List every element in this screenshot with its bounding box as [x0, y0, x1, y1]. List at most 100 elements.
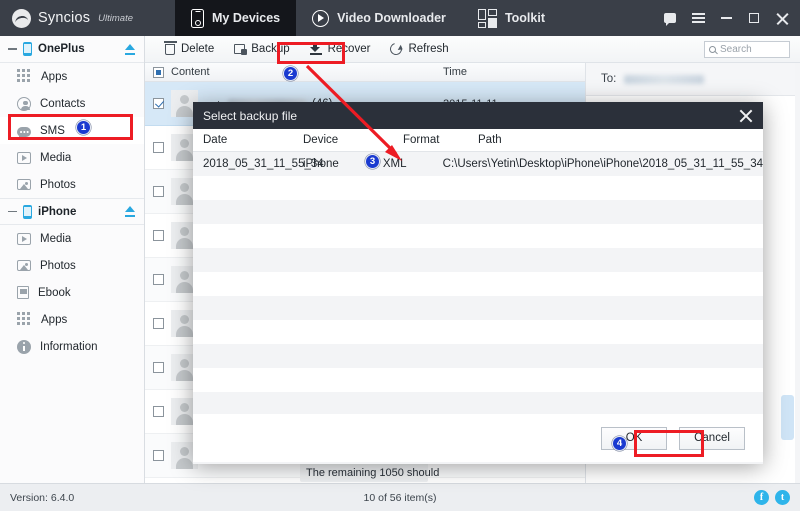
sidebar-item-apps-iphone[interactable]: Apps [0, 306, 144, 333]
refresh-label: Refresh [408, 43, 449, 55]
row-checkbox[interactable] [145, 274, 171, 285]
row-checkbox[interactable] [145, 230, 171, 241]
app-brand: Syncios Ultimate [0, 8, 175, 28]
cancel-button[interactable]: Cancel [679, 426, 745, 450]
maximize-icon [749, 13, 759, 23]
contacts-icon [17, 96, 31, 111]
empty-row [193, 176, 763, 200]
column-header-format: Format [403, 134, 440, 146]
social-links: f t [754, 490, 800, 505]
search-input[interactable]: Search [704, 40, 790, 58]
row-checkbox[interactable] [145, 362, 171, 373]
phone-icon [191, 8, 204, 28]
empty-row [193, 224, 763, 248]
info-icon [17, 339, 31, 354]
sidebar-item-information[interactable]: Information [0, 333, 144, 360]
close-button[interactable] [768, 0, 796, 36]
dialog-close-button[interactable] [739, 109, 753, 123]
window-controls [656, 0, 800, 36]
row-checkbox[interactable] [145, 450, 171, 461]
sidebar-item-photos-iphone[interactable]: Photos [0, 252, 144, 279]
eject-icon[interactable] [124, 206, 136, 217]
select-all-checkbox[interactable] [145, 66, 171, 78]
detail-scrollbar[interactable] [795, 63, 800, 483]
delete-label: Delete [181, 43, 215, 55]
twitter-icon[interactable]: t [775, 490, 790, 505]
facebook-icon[interactable]: f [754, 490, 769, 505]
dialog-title: Select backup file [203, 108, 298, 123]
sidebar: OnePlus Apps Contacts SMS Media Photos i… [0, 36, 145, 483]
backup-file-row[interactable]: 2018_05_31_11_55_34 iPhone XML C:\Users\… [193, 152, 763, 176]
refresh-button[interactable]: Refresh [381, 38, 457, 60]
trash-icon [163, 41, 177, 55]
device-header-oneplus[interactable]: OnePlus [0, 36, 144, 63]
feedback-button[interactable] [656, 0, 684, 36]
backup-format: XML [382, 158, 407, 170]
sidebar-item-label: Contacts [40, 97, 86, 110]
device-name-oneplus: OnePlus [38, 43, 85, 55]
delete-button[interactable]: Delete [156, 38, 223, 60]
recipient-redacted [624, 74, 705, 84]
minimize-button[interactable] [712, 0, 740, 36]
syncios-window: Syncios Ultimate My Devices Video Downlo… [0, 0, 800, 511]
tab-my-devices[interactable]: My Devices [175, 0, 297, 36]
title-bar: Syncios Ultimate My Devices Video Downlo… [0, 0, 800, 36]
status-bar: Version: 6.4.0 10 of 56 item(s) f t [0, 483, 800, 511]
row-checkbox[interactable] [145, 406, 171, 417]
device-phone-icon [23, 42, 32, 56]
row-checkbox[interactable] [145, 98, 171, 109]
sidebar-item-apps-oneplus[interactable]: Apps [0, 63, 144, 90]
menu-button[interactable] [684, 0, 712, 36]
empty-row [193, 344, 763, 368]
close-icon [776, 12, 789, 25]
empty-row [193, 320, 763, 344]
backup-button[interactable]: Backup [225, 38, 298, 60]
row-checkbox[interactable] [145, 142, 171, 153]
minimize-icon [720, 17, 732, 19]
dialog-footer: OK Cancel [193, 414, 763, 462]
to-label: To: [601, 73, 617, 85]
column-header-device: Device [303, 134, 339, 146]
sidebar-item-media-oneplus[interactable]: Media [0, 144, 144, 171]
sidebar-item-label: Media [40, 232, 72, 245]
sidebar-item-label: Apps [41, 313, 68, 326]
tab-video-downloader[interactable]: Video Downloader [296, 0, 462, 36]
empty-row [193, 392, 763, 416]
tab-toolkit-label: Toolkit [504, 11, 545, 25]
device-header-iphone[interactable]: iPhone [0, 198, 144, 225]
sidebar-item-label: Photos [40, 178, 76, 191]
feedback-icon [664, 13, 676, 26]
collapse-icon[interactable] [8, 210, 17, 213]
sidebar-item-ebook[interactable]: Ebook [0, 279, 144, 306]
empty-row [193, 248, 763, 272]
maximize-button[interactable] [740, 0, 768, 36]
ebook-icon [17, 286, 29, 299]
backup-icon [234, 44, 248, 55]
eject-icon[interactable] [124, 43, 136, 55]
sidebar-item-label: Ebook [38, 286, 71, 299]
backup-table-header: Date Device Format Path [193, 129, 763, 152]
recover-button[interactable]: Recover [301, 38, 380, 60]
sidebar-item-photos-oneplus[interactable]: Photos [0, 171, 144, 198]
column-header-content: Content [171, 66, 210, 78]
row-checkbox[interactable] [145, 186, 171, 197]
sidebar-item-contacts[interactable]: Contacts [0, 90, 144, 117]
column-header-time: Time [443, 66, 468, 78]
ok-button[interactable]: OK [601, 426, 667, 450]
step-badge-1: 1 [76, 120, 91, 135]
recipient-bar: To: [586, 63, 800, 96]
media-icon [17, 232, 31, 245]
play-circle-icon [312, 9, 330, 27]
collapse-icon[interactable] [8, 48, 17, 50]
row-checkbox[interactable] [145, 318, 171, 329]
tab-my-devices-label: My Devices [212, 11, 281, 25]
tab-video-downloader-label: Video Downloader [337, 11, 446, 25]
empty-row [193, 272, 763, 296]
message-bubble-partial [781, 395, 794, 440]
tab-toolkit[interactable]: Toolkit [462, 0, 561, 36]
sidebar-item-media-iphone[interactable]: Media [0, 225, 144, 252]
photos-icon [17, 179, 31, 190]
photos-icon [17, 260, 31, 271]
dialog-header: Select backup file [193, 102, 763, 129]
sidebar-item-sms[interactable]: SMS [0, 117, 144, 144]
